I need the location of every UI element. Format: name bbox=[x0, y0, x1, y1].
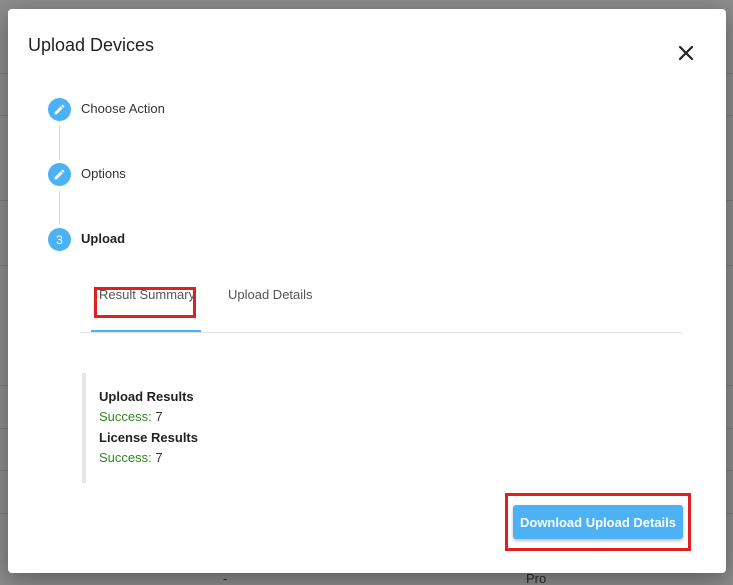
step-label: Upload bbox=[81, 231, 126, 246]
success-label: Success: bbox=[99, 450, 152, 465]
upload-devices-dialog: Upload Devices Choose Action Options 3 U… bbox=[8, 9, 726, 573]
tabs-divider bbox=[81, 332, 683, 333]
success-label: Success: bbox=[99, 409, 152, 424]
background-cell-text: - bbox=[223, 571, 228, 585]
pencil-icon bbox=[54, 104, 65, 115]
step-connector bbox=[59, 191, 60, 225]
step-completed-badge bbox=[48, 98, 71, 121]
step-number-badge: 3 bbox=[48, 228, 71, 251]
close-icon bbox=[678, 45, 694, 61]
step-completed-badge bbox=[48, 163, 71, 186]
tab-result-summary[interactable]: Result Summary bbox=[99, 287, 195, 302]
success-count: 7 bbox=[155, 450, 163, 465]
download-upload-details-button[interactable]: Download Upload Details bbox=[513, 505, 683, 539]
license-success-row: Success: 7 bbox=[99, 450, 163, 465]
step-label: Choose Action bbox=[81, 101, 165, 116]
dialog-title: Upload Devices bbox=[28, 35, 155, 55]
tab-upload-details[interactable]: Upload Details bbox=[228, 287, 313, 302]
success-count: 7 bbox=[155, 409, 163, 424]
upload-success-row: Success: 7 bbox=[99, 409, 163, 424]
background-cell-text: Pro bbox=[526, 571, 547, 585]
result-summary-border bbox=[82, 373, 86, 483]
pencil-icon bbox=[54, 169, 65, 180]
step-label: Options bbox=[81, 166, 126, 181]
close-button[interactable] bbox=[674, 41, 698, 65]
step-connector bbox=[59, 126, 60, 160]
license-results-heading: License Results bbox=[99, 430, 198, 445]
upload-results-heading: Upload Results bbox=[99, 389, 194, 404]
